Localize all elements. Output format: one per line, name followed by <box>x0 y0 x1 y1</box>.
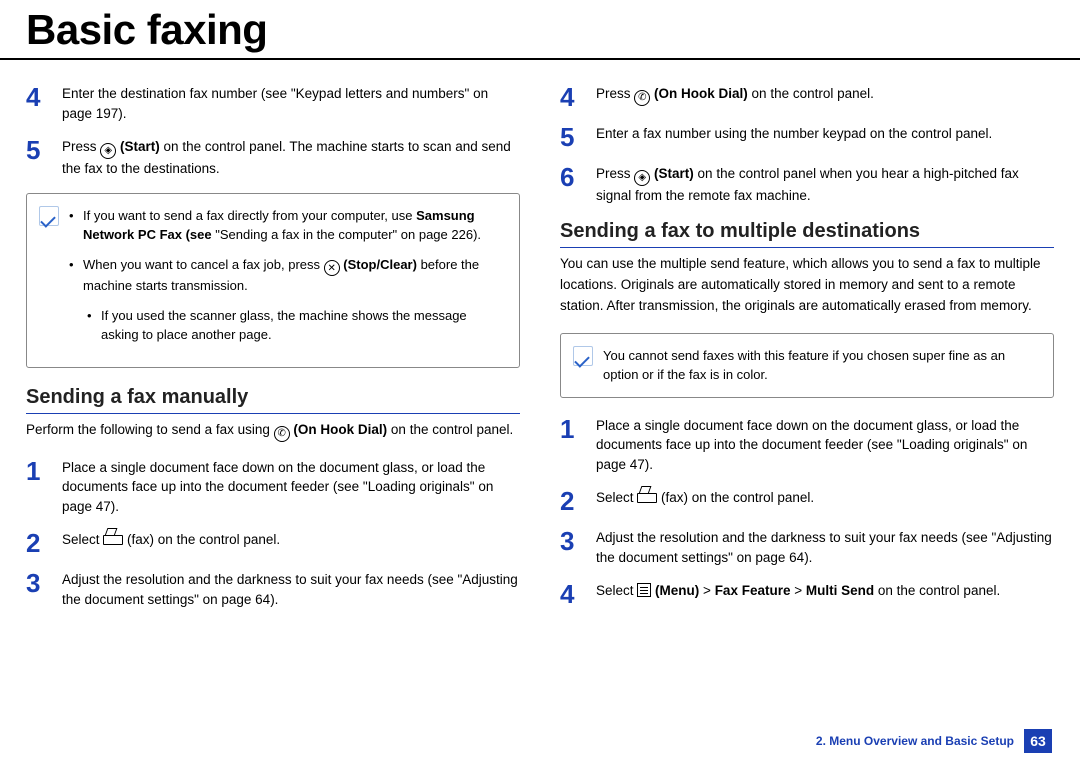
step-text: Place a single document face down on the… <box>596 416 1054 475</box>
step-3-multi: 3 Adjust the resolution and the darkness… <box>560 528 1054 567</box>
text: on the control panel. <box>752 86 874 101</box>
section-heading-manual: Sending a fax manually <box>26 386 520 414</box>
text: If you want to send a fax directly from … <box>83 208 416 223</box>
step-text: Enter the destination fax number (see "K… <box>62 84 520 123</box>
step-6-right: 6 Press ◈ (Start) on the control panel w… <box>560 164 1054 206</box>
step-number: 2 <box>560 488 596 514</box>
step-number: 1 <box>26 458 62 517</box>
bold-text: Multi Send <box>806 583 874 598</box>
note-icon <box>573 346 593 366</box>
intro-text: Perform the following to send a fax usin… <box>26 420 520 442</box>
note-icon <box>39 206 59 226</box>
fax-icon <box>637 491 657 503</box>
step-text: Select (Menu) > Fax Feature > Multi Send… <box>596 581 1054 607</box>
step-5-left: 5 Press ◈ (Start) on the control panel. … <box>26 137 520 179</box>
text: When you want to cancel a fax job, press <box>83 257 324 272</box>
step-1-manual: 1 Place a single document face down on t… <box>26 458 520 517</box>
step-text: Select (fax) on the control panel. <box>596 488 1054 514</box>
text: (fax) on the control panel. <box>661 490 814 505</box>
step-number: 3 <box>560 528 596 567</box>
step-number: 2 <box>26 530 62 556</box>
step-text: Press ✆ (On Hook Dial) on the control pa… <box>596 84 1054 110</box>
step-2-multi: 2 Select (fax) on the control panel. <box>560 488 1054 514</box>
step-text: Enter a fax number using the number keyp… <box>596 124 1054 150</box>
step-4-right: 4 Press ✆ (On Hook Dial) on the control … <box>560 84 1054 110</box>
chapter-label[interactable]: 2. Menu Overview and Basic Setup <box>816 734 1014 748</box>
stop-icon: ✕ <box>324 260 340 276</box>
step-number: 5 <box>560 124 596 150</box>
text: > <box>790 583 805 598</box>
step-number: 3 <box>26 570 62 609</box>
page-number-badge: 63 <box>1024 729 1052 753</box>
note-subitem: If you used the scanner glass, the machi… <box>87 306 505 345</box>
step-number: 4 <box>560 581 596 607</box>
note-body: If you want to send a fax directly from … <box>69 206 505 355</box>
section-heading-multi: Sending a fax to multiple destinations <box>560 220 1054 248</box>
bold-text: (Start) <box>120 139 160 154</box>
step-1-multi: 1 Place a single document face down on t… <box>560 416 1054 475</box>
step-text: Place a single document face down on the… <box>62 458 520 517</box>
phone-icon: ✆ <box>634 90 650 106</box>
step-number: 6 <box>560 164 596 206</box>
note-item: If you want to send a fax directly from … <box>69 206 505 245</box>
start-icon: ◈ <box>634 170 650 186</box>
bold-text: (Stop/Clear) <box>343 257 417 272</box>
step-text: Press ◈ (Start) on the control panel whe… <box>596 164 1054 206</box>
note-box: If you want to send a fax directly from … <box>26 193 520 368</box>
step-text: Adjust the resolution and the darkness t… <box>62 570 520 609</box>
text: Select <box>596 583 637 598</box>
text: Perform the following to send a fax usin… <box>26 422 274 437</box>
text: ). <box>473 227 481 242</box>
text: (fax) on the control panel. <box>127 532 280 547</box>
step-text: Adjust the resolution and the darkness t… <box>596 528 1054 567</box>
bold-text: (Start) <box>654 166 694 181</box>
left-column: 4 Enter the destination fax number (see … <box>26 84 520 624</box>
right-column: 4 Press ✆ (On Hook Dial) on the control … <box>560 84 1054 624</box>
note-body: You cannot send faxes with this feature … <box>603 346 1039 385</box>
page-title: Basic faxing <box>0 0 1080 60</box>
step-4-multi: 4 Select (Menu) > Fax Feature > Multi Se… <box>560 581 1054 607</box>
link-text[interactable]: "Sending a fax in the computer" on page … <box>215 227 473 242</box>
intro-text: You can use the multiple send feature, w… <box>560 254 1054 317</box>
step-5-right: 5 Enter a fax number using the number ke… <box>560 124 1054 150</box>
text: Select <box>596 490 637 505</box>
content-columns: 4 Enter the destination fax number (see … <box>0 60 1080 634</box>
bold-text: Fax Feature <box>715 583 791 598</box>
text: Press <box>596 166 634 181</box>
bold-text: (On Hook Dial) <box>293 422 387 437</box>
text: > <box>699 583 714 598</box>
page-footer: 2. Menu Overview and Basic Setup 63 <box>816 729 1052 753</box>
text: on the control panel. <box>391 422 513 437</box>
text: Select <box>62 532 103 547</box>
menu-icon <box>637 583 651 597</box>
fax-icon <box>103 533 123 545</box>
note-box: You cannot send faxes with this feature … <box>560 333 1054 398</box>
step-number: 4 <box>560 84 596 110</box>
step-text: Select (fax) on the control panel. <box>62 530 520 556</box>
text: on the control panel. <box>878 583 1000 598</box>
phone-icon: ✆ <box>274 426 290 442</box>
bold-text: (Menu) <box>655 583 699 598</box>
text: Press <box>596 86 634 101</box>
step-number: 4 <box>26 84 62 123</box>
step-2-manual: 2 Select (fax) on the control panel. <box>26 530 520 556</box>
start-icon: ◈ <box>100 143 116 159</box>
step-text: Press ◈ (Start) on the control panel. Th… <box>62 137 520 179</box>
note-item: When you want to cancel a fax job, press… <box>69 255 505 296</box>
step-3-manual: 3 Adjust the resolution and the darkness… <box>26 570 520 609</box>
bold-text: (On Hook Dial) <box>654 86 748 101</box>
text: Press <box>62 139 100 154</box>
step-number: 1 <box>560 416 596 475</box>
step-4-left: 4 Enter the destination fax number (see … <box>26 84 520 123</box>
step-number: 5 <box>26 137 62 179</box>
